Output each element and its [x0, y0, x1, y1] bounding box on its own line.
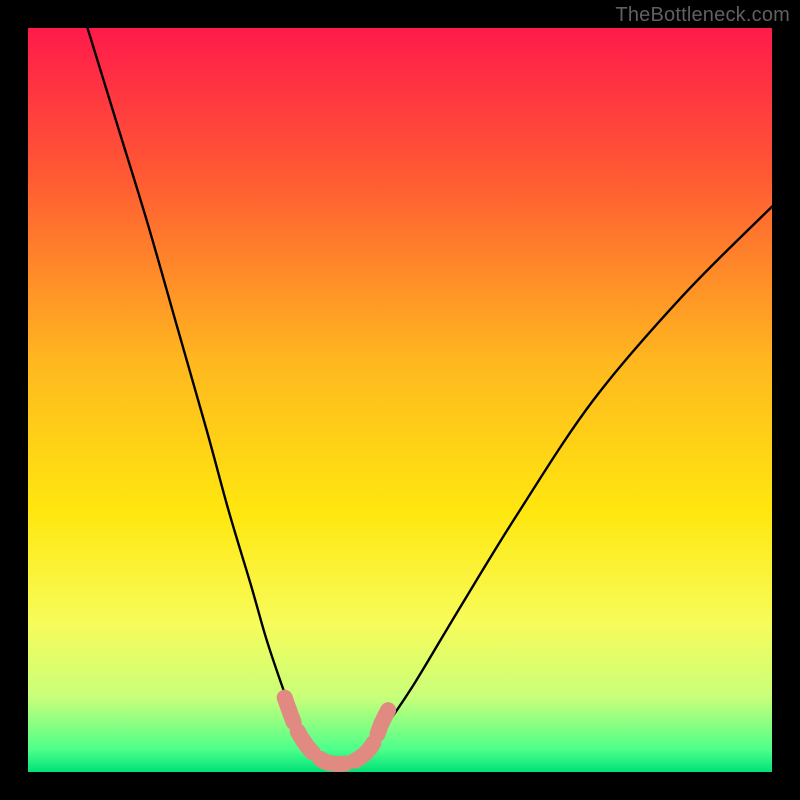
- gradient-background: [28, 28, 772, 772]
- chart-svg: [28, 28, 772, 772]
- chart-frame: TheBottleneck.com: [0, 0, 800, 800]
- watermark-text: TheBottleneck.com: [615, 4, 790, 27]
- plot-area: [28, 28, 772, 772]
